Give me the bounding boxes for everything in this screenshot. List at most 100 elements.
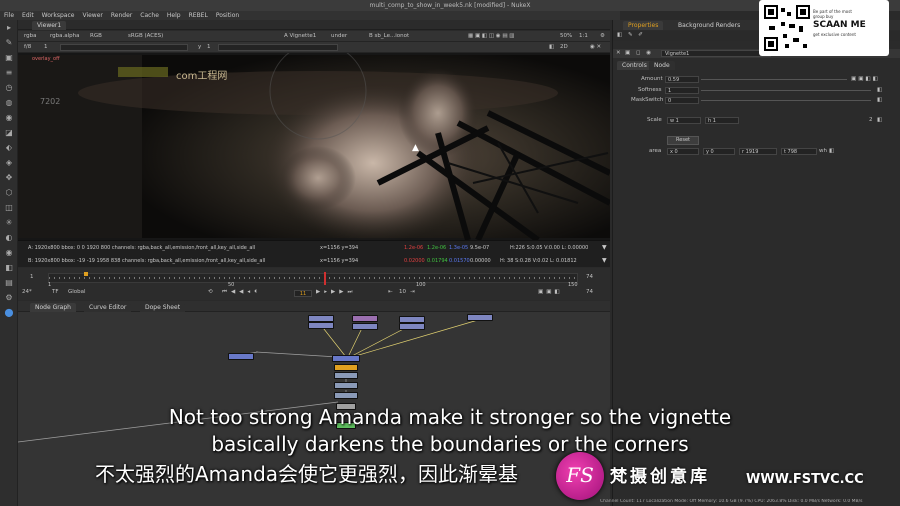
tab-curve-editor[interactable]: Curve Editor xyxy=(84,303,132,312)
keyer-icon[interactable]: ⬖ xyxy=(4,144,14,152)
scale-w-field[interactable]: w 1 xyxy=(667,117,701,124)
node-header-icons[interactable]: ▣ ◻ ◉ xyxy=(625,48,653,59)
menu-position[interactable]: Position xyxy=(216,11,239,20)
viewer-menu-icon[interactable]: ⚙ xyxy=(600,31,605,42)
menu-help[interactable]: Help xyxy=(167,11,181,20)
deep-icon[interactable]: ◐ xyxy=(4,234,14,242)
graph-node[interactable] xyxy=(334,372,358,379)
area-x-field[interactable]: x 0 xyxy=(667,148,699,155)
area-y-field[interactable]: y 0 xyxy=(703,148,735,155)
view-mode-select[interactable]: 2D xyxy=(560,42,568,53)
frame-range-label[interactable]: f/8 xyxy=(24,42,31,53)
scale-count[interactable]: 2 xyxy=(869,116,873,125)
loop-icon[interactable]: ⟲ xyxy=(208,287,213,298)
draw-icon[interactable]: ≡ xyxy=(4,69,14,77)
graph-node[interactable] xyxy=(334,392,358,399)
pointer-tool-icon[interactable]: ▸ xyxy=(4,24,14,32)
graph-node[interactable] xyxy=(399,323,425,330)
amount-slider[interactable] xyxy=(701,79,847,80)
vignette-node-selected[interactable] xyxy=(334,364,358,371)
graph-node[interactable] xyxy=(334,382,358,389)
other-icon[interactable]: ◧ xyxy=(4,264,14,272)
input-b-select[interactable]: B sb_Le...ionot xyxy=(369,31,409,42)
timeline-ruler[interactable] xyxy=(48,272,578,285)
maskswitch-slider[interactable] xyxy=(701,100,871,101)
step-forward-icon[interactable]: ⇥ xyxy=(410,287,415,298)
gain-value[interactable]: 1 xyxy=(44,42,48,53)
softness-field[interactable]: 1 xyxy=(665,87,699,94)
info-b-dropdown-icon[interactable]: ▼ xyxy=(602,257,607,264)
input-a-select[interactable]: A Vignette1 xyxy=(284,31,316,42)
merge-icon[interactable]: ◈ xyxy=(4,159,14,167)
proxy-icons[interactable]: ▦ ▣ ◧ ◫ ◉ ▤ ▥ xyxy=(468,31,514,42)
3d-icon[interactable]: ⬡ xyxy=(4,189,14,197)
channel-icon[interactable]: ◍ xyxy=(4,99,14,107)
node-close-icon[interactable]: ✕ xyxy=(616,48,621,59)
info-a-dropdown-icon[interactable]: ▼ xyxy=(602,244,607,251)
tab-background-renders[interactable]: Background Renders xyxy=(673,21,746,30)
zoom-select[interactable]: 50% xyxy=(560,31,572,42)
playhead[interactable] xyxy=(324,272,326,285)
area-r-field[interactable]: r 1919 xyxy=(739,148,777,155)
area-unit-toggle[interactable]: wh xyxy=(819,147,827,156)
scale-h-field[interactable]: h 1 xyxy=(705,117,739,124)
graph-node[interactable] xyxy=(308,315,334,322)
graph-node[interactable] xyxy=(308,322,334,329)
amount-extra-icons[interactable]: ▣▣◧◧ xyxy=(851,75,880,84)
keyframe-marker[interactable] xyxy=(84,272,88,276)
time-icon[interactable]: ◷ xyxy=(4,84,14,92)
step-icon[interactable]: ⇤ xyxy=(388,287,393,298)
menu-workspace[interactable]: Workspace xyxy=(42,11,75,20)
gizmo-icon[interactable]: ▤ xyxy=(4,279,14,287)
merge-node[interactable] xyxy=(332,355,360,362)
reset-button[interactable]: Reset xyxy=(667,136,699,145)
gamma-value[interactable]: 1 xyxy=(207,42,211,53)
timeline-end[interactable]: 74 xyxy=(586,272,593,283)
amount-field[interactable]: 0.59 xyxy=(665,76,699,83)
tab-node-graph[interactable]: Node Graph xyxy=(30,303,76,312)
menu-edit[interactable]: Edit xyxy=(22,11,34,20)
maskswitch-field[interactable]: 0 xyxy=(665,97,699,104)
menu-file[interactable]: File xyxy=(4,11,14,20)
timeline-option-icons[interactable]: ▣▣◧ xyxy=(538,287,563,298)
color-icon[interactable]: ◉ xyxy=(4,114,14,122)
tab-properties[interactable]: Properties xyxy=(623,21,664,30)
graph-node[interactable] xyxy=(228,353,254,360)
current-frame-field[interactable]: 11 xyxy=(294,290,312,297)
graph-node[interactable] xyxy=(467,314,493,321)
plugin-icon[interactable]: ⚙ xyxy=(4,294,14,302)
tab-controls[interactable]: Controls xyxy=(617,61,652,70)
transform-icon[interactable]: ✥ xyxy=(4,174,14,182)
ratio-select[interactable]: 1:1 xyxy=(579,31,588,42)
colorspace-select[interactable]: sRGB (ACES) xyxy=(128,31,163,42)
roi-icon[interactable]: ◧ xyxy=(549,42,554,53)
graph-node[interactable] xyxy=(399,316,425,323)
help-icon[interactable]: ⬤ xyxy=(4,309,14,317)
props-toolbar-icons[interactable]: ◧ ✎ ✐ xyxy=(617,30,645,41)
menu-viewer[interactable]: Viewer xyxy=(82,11,102,20)
graph-node[interactable] xyxy=(352,315,378,322)
scale-anim-icon[interactable]: ◧ xyxy=(877,116,882,125)
menu-rebel[interactable]: REBEL xyxy=(189,11,208,20)
maskswitch-anim-icon[interactable]: ◧ xyxy=(877,96,882,105)
alpha-select[interactable]: rgba.alpha xyxy=(50,31,80,42)
tab-node[interactable]: Node xyxy=(649,61,675,70)
rgb-select[interactable]: RGB xyxy=(90,31,102,42)
eye-icon[interactable]: ◉ xyxy=(4,249,14,257)
playback-back-icons[interactable]: ⏮◀◀◂⏴ xyxy=(222,287,261,298)
views-icon[interactable]: ◫ xyxy=(4,204,14,212)
fps-select[interactable]: 24* xyxy=(22,287,32,298)
tf-select[interactable]: TF xyxy=(52,287,59,298)
area-anim-icon[interactable]: ◧ xyxy=(829,147,834,156)
playback-forward-icons[interactable]: ▶▸▶▶⏭ xyxy=(316,287,356,298)
filter-icon[interactable]: ◪ xyxy=(4,129,14,137)
particles-icon[interactable]: ✳ xyxy=(4,219,14,227)
softness-slider[interactable] xyxy=(701,90,871,91)
timeline-start[interactable]: 1 xyxy=(30,272,34,283)
timeline-end-2[interactable]: 74 xyxy=(586,287,593,298)
menu-cache[interactable]: Cache xyxy=(140,11,159,20)
scope-select[interactable]: Global xyxy=(68,287,86,298)
area-t-field[interactable]: t 798 xyxy=(781,148,817,155)
step-value[interactable]: 10 xyxy=(399,287,406,298)
tab-viewer1[interactable]: Viewer1 xyxy=(32,21,67,30)
